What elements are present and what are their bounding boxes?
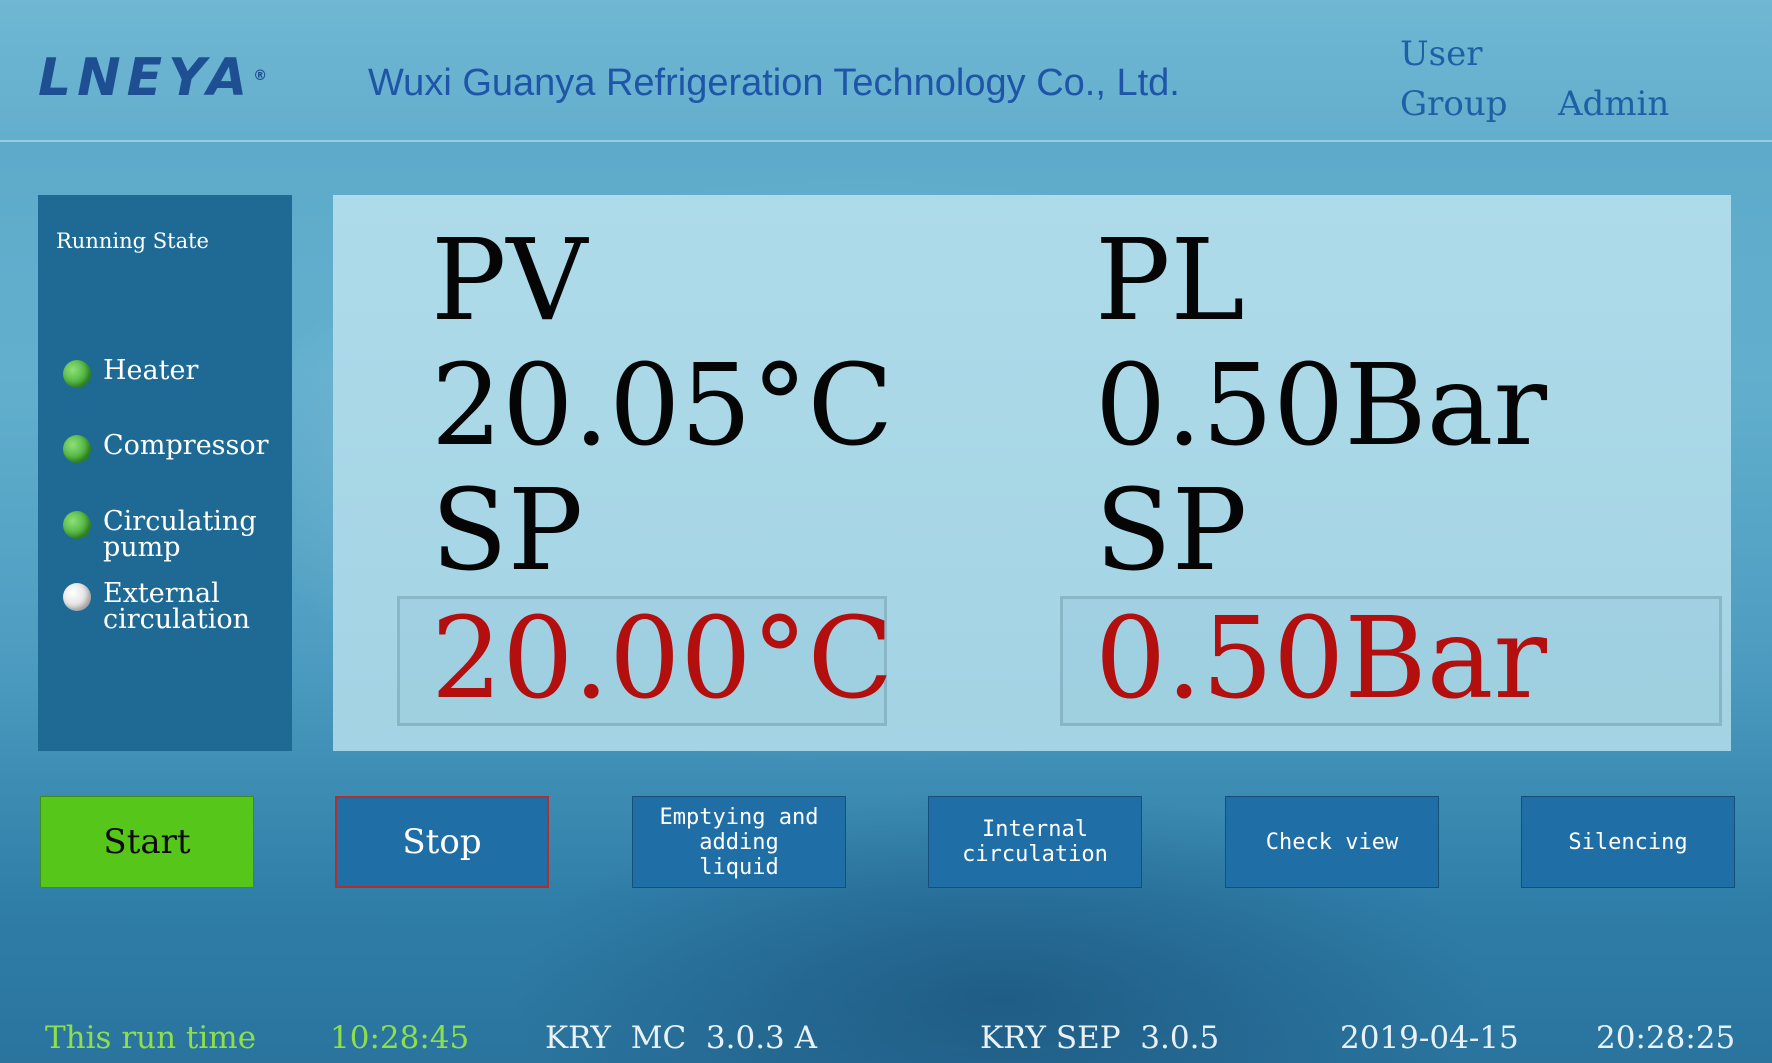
compressor-status-indicator-icon (63, 435, 91, 463)
pressure-setpoint-value: 0.50Bar (1095, 594, 1547, 724)
process-display-panel: PV 20.05°C SP 20.00°C PL 0.50Bar SP 0.50… (333, 195, 1731, 751)
logo-text: LNEYA (38, 48, 254, 108)
compressor-label: Compressor (103, 430, 269, 461)
pl-label: PL (1095, 216, 1245, 346)
run-time-value: 10:28:45 (330, 1020, 470, 1056)
internal-circulation-button[interactable]: Internal circulation (928, 796, 1142, 888)
heater-label: Heater (103, 355, 199, 386)
pressure-sp-label: SP (1095, 466, 1248, 596)
emptying-adding-liquid-button[interactable]: Emptying and adding liquid (632, 796, 846, 888)
status-bar: This run time 10:28:45 KRY MC 3.0.3 A KR… (0, 1010, 1772, 1063)
mc-version: KRY MC 3.0.3 A (545, 1020, 818, 1056)
external-circulation-label: External circulation (103, 578, 251, 635)
stop-button[interactable]: Stop (335, 796, 549, 888)
status-time: 20:28:25 (1596, 1020, 1736, 1056)
status-date: 2019-04-15 (1340, 1020, 1519, 1056)
user-label: User (1400, 34, 1483, 74)
run-time-label: This run time (45, 1020, 257, 1056)
sep-version: KRY SEP 3.0.5 (980, 1020, 1220, 1056)
silencing-button[interactable]: Silencing (1521, 796, 1735, 888)
circulating-pump-status-indicator-icon (63, 511, 91, 539)
admin-user-link[interactable]: Admin (1558, 84, 1669, 124)
temperature-setpoint-field[interactable]: 20.00°C (397, 596, 893, 726)
temperature-sp-label: SP (431, 466, 584, 596)
pl-pressure-value: 0.50Bar (1095, 341, 1547, 471)
registered-mark: ® (253, 68, 268, 84)
running-state-title: Running State (56, 229, 209, 253)
header-bar: LNEYA® Wuxi Guanya Refrigeration Technol… (0, 0, 1772, 142)
pressure-setpoint-field[interactable]: 0.50Bar (1060, 596, 1722, 726)
start-button[interactable]: Start (40, 796, 254, 888)
temperature-setpoint-value: 20.00°C (431, 594, 894, 724)
heater-status-indicator-icon (63, 360, 91, 388)
pv-label: PV (431, 216, 588, 346)
company-name: Wuxi Guanya Refrigeration Technology Co.… (368, 62, 1180, 104)
brand-logo: LNEYA® (38, 48, 267, 108)
pv-temperature-value: 20.05°C (431, 341, 894, 471)
circulating-pump-label: Circulating pump (103, 506, 257, 563)
user-group-label: Group (1400, 84, 1508, 124)
external-circulation-status-indicator-icon (63, 583, 91, 611)
check-view-button[interactable]: Check view (1225, 796, 1439, 888)
running-state-panel: Running State Heater Compressor Circulat… (38, 195, 292, 751)
